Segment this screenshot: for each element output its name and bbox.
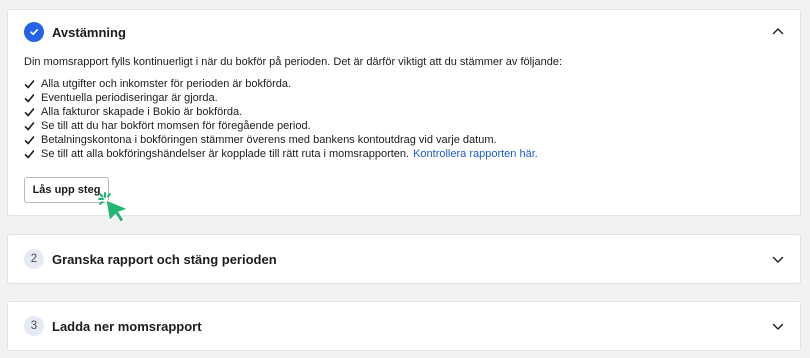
pointer-cursor-icon: [98, 192, 129, 224]
checklist-item: Alla fakturor skapade i Bokio är bokförd…: [24, 105, 538, 119]
checklist-item-text: Alla utgifter och inkomster för perioden…: [41, 78, 292, 90]
checklist: Alla utgifter och inkomster för perioden…: [24, 77, 538, 161]
step-title: Granska rapport och stäng perioden: [52, 251, 277, 267]
step-title: Avstämning: [52, 24, 126, 40]
chevron-up-icon[interactable]: [772, 27, 784, 35]
step-card-ladda-ner[interactable]: 3 Ladda ner momsrapport: [7, 301, 801, 351]
step-header-ladda-ner[interactable]: 3 Ladda ner momsrapport: [24, 316, 202, 336]
checklist-item: Betalningskontona i bokföringen stämmer …: [24, 133, 538, 147]
checklist-item-text: Eventuella periodiseringar är gjorda.: [41, 92, 218, 104]
step-card-granska[interactable]: 2 Granska rapport och stäng perioden: [7, 234, 801, 284]
checklist-item: Alla utgifter och inkomster för perioden…: [24, 77, 538, 91]
check-icon: [24, 121, 35, 130]
check-icon: [24, 135, 35, 144]
check-icon: [24, 22, 44, 42]
step-card-avstamning: Avstämning Din momsrapport fylls kontinu…: [7, 9, 801, 216]
step-number-badge: 3: [24, 316, 44, 336]
checklist-item: Eventuella periodiseringar är gjorda.: [24, 91, 538, 105]
check-icon: [24, 149, 35, 158]
step-title: Ladda ner momsrapport: [52, 318, 202, 334]
chevron-down-icon[interactable]: [772, 323, 784, 331]
check-icon: [24, 93, 35, 102]
chevron-down-icon[interactable]: [772, 256, 784, 264]
step-header-granska[interactable]: 2 Granska rapport och stäng perioden: [24, 249, 277, 269]
checklist-item: Se till att du har bokfört momsen för fö…: [24, 119, 538, 133]
step-header-avstamning[interactable]: Avstämning: [24, 22, 126, 42]
checklist-item: Se till att alla bokföringshändelser är …: [24, 147, 538, 161]
check-icon: [24, 79, 35, 88]
checklist-item-text: Se till att du har bokfört momsen för fö…: [41, 120, 311, 132]
checklist-item-text: Se till att alla bokföringshändelser är …: [41, 148, 410, 160]
check-icon: [24, 107, 35, 116]
step-intro-text: Din momsrapport fylls kontinuerligt i nä…: [24, 56, 563, 68]
checklist-item-text: Betalningskontona i bokföringen stämmer …: [41, 134, 497, 146]
checklist-item-text: Alla fakturor skapade i Bokio är bokförd…: [41, 106, 243, 118]
check-report-link[interactable]: Kontrollera rapporten här.: [413, 147, 538, 161]
step-number-badge: 2: [24, 249, 44, 269]
